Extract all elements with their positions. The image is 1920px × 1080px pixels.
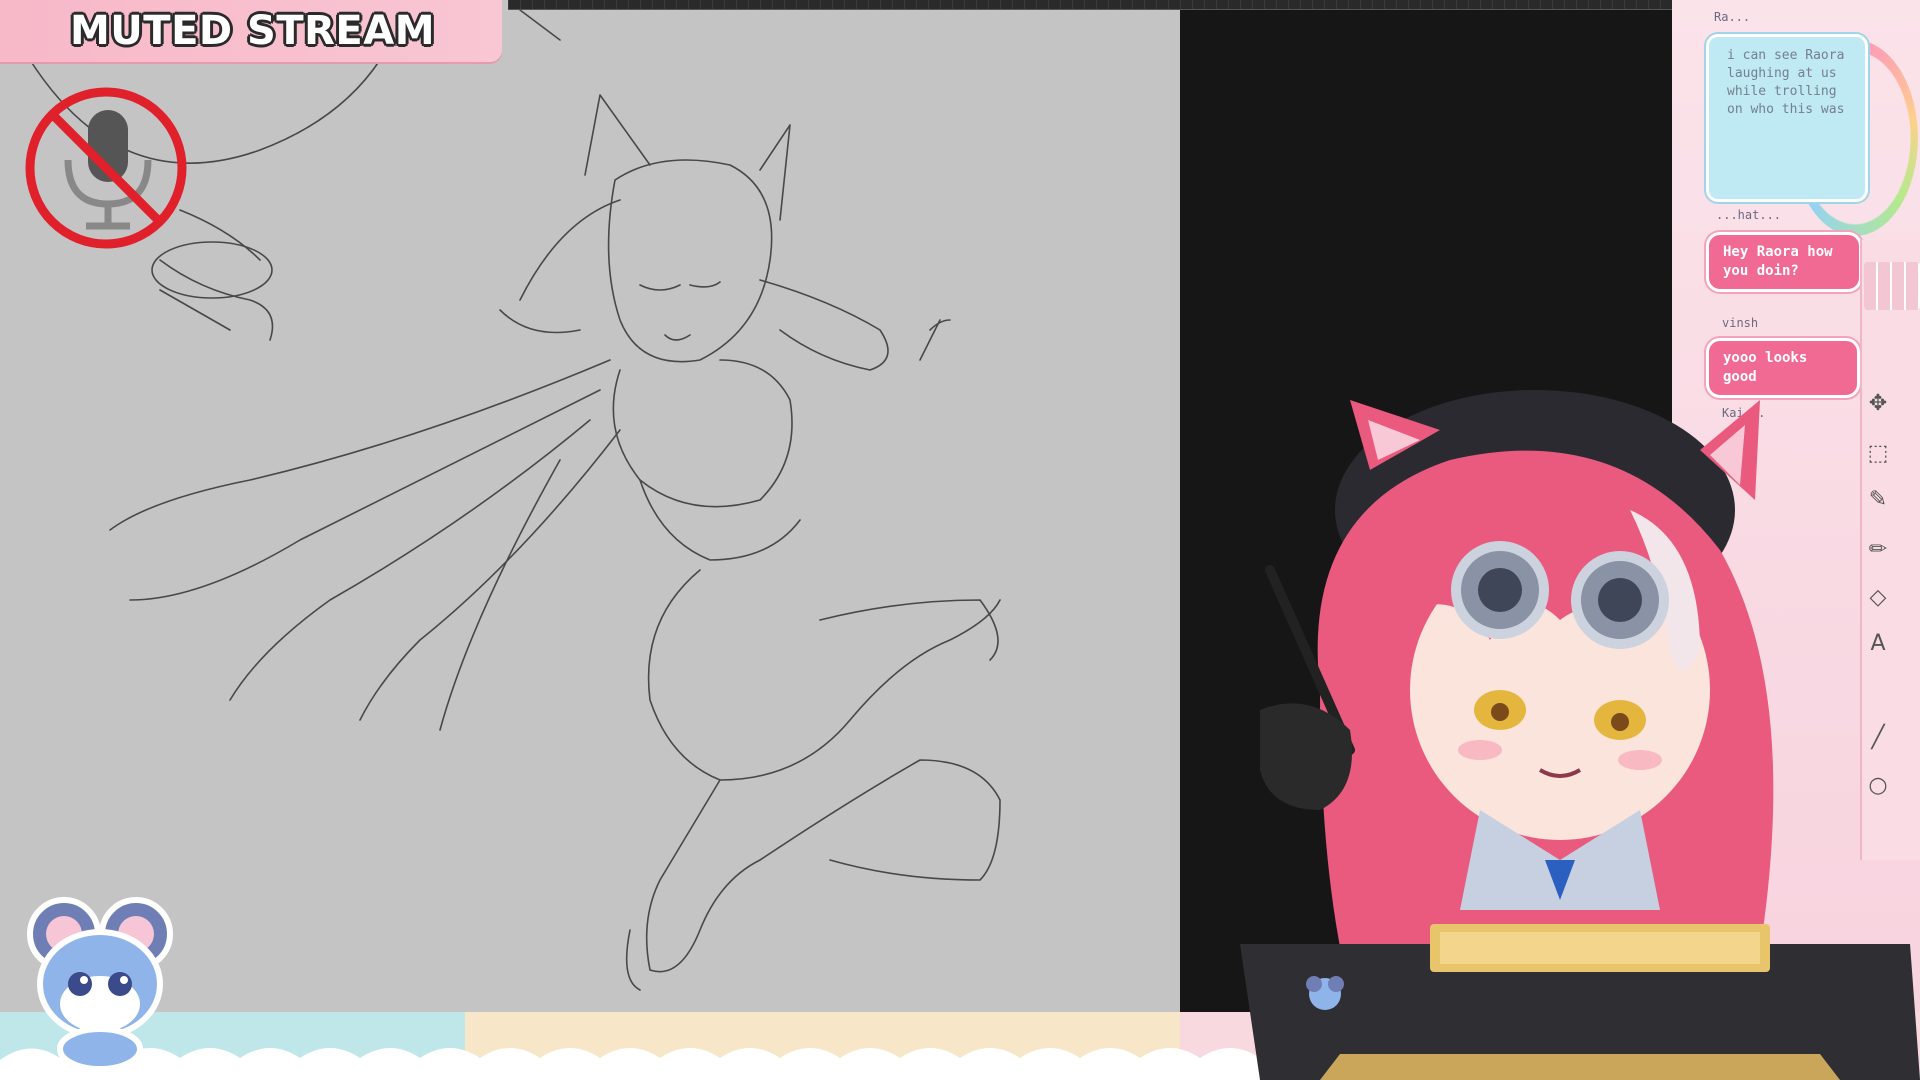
chat-username: vinsh — [1722, 316, 1759, 330]
banner-title: MUTED STREAM — [70, 8, 436, 54]
muted-stream-banner: MUTED STREAM — [0, 0, 502, 62]
chat-message-card: i can see Raora laughing at us while tro… — [1706, 34, 1868, 202]
cloud-border — [0, 1048, 1300, 1080]
chat-card-username: Ra... — [1714, 10, 1751, 24]
canvas-ruler — [508, 0, 1672, 10]
color-swatches[interactable] — [1864, 262, 1920, 310]
drawing-tablet-desk — [1240, 924, 1920, 1080]
chat-username: ...hat... — [1716, 208, 1782, 222]
chat-card-message: i can see Raora laughing at us while tro… — [1727, 48, 1845, 117]
chat-message-bubble: Hey Raora how you doin? — [1706, 232, 1862, 292]
chat-message-bubble: yooo looks good — [1706, 338, 1860, 398]
microphone-muted-icon — [25, 87, 187, 249]
mouse-mascot-icon — [27, 897, 173, 1072]
